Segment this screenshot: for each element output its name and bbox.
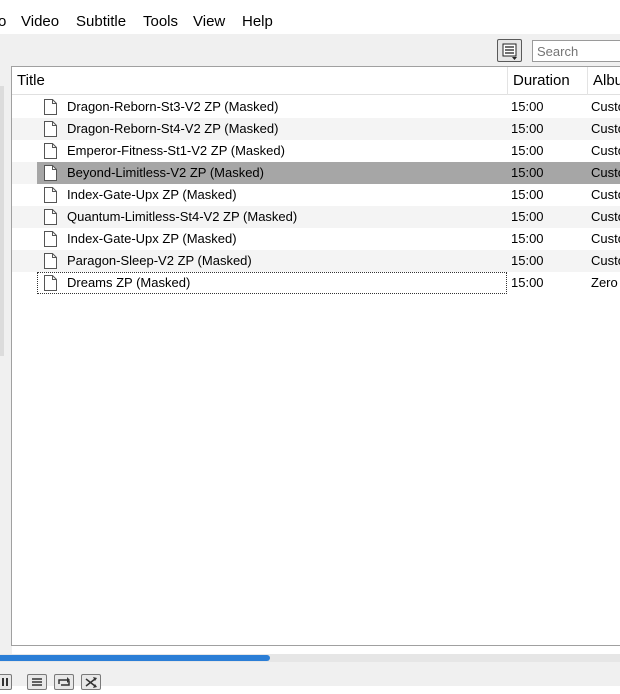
track-album: Custo [591,143,620,158]
track-title: Dragon-Reborn-St3-V2 ZP (Masked) [67,99,279,114]
track-album: Zero [591,275,618,290]
file-icon [44,275,57,291]
menu-tools[interactable]: Tools [143,13,178,31]
column-header-album[interactable]: Albu [593,67,620,95]
frame-step-button[interactable] [0,674,12,690]
seek-bar-fill [0,655,270,661]
track-duration: 15:00 [511,231,544,246]
playlist-row[interactable]: Quantum-Limitless-St4-V2 ZP (Masked) 15:0… [12,206,620,228]
file-icon [44,99,57,115]
menu-help[interactable]: Help [242,13,273,31]
track-duration: 15:00 [511,165,544,180]
playlist-row[interactable]: Index-Gate-Upx ZP (Masked) 15:00 Custo [12,184,620,206]
loop-icon [58,677,70,686]
track-album: Custo [591,231,620,246]
track-album: Custo [591,209,620,224]
playlist-rows: Dragon-Reborn-St3-V2 ZP (Masked) 15:00 Cus… [12,96,620,294]
menu-view[interactable]: View [193,13,225,31]
playlist-row[interactable]: Paragon-Sleep-V2 ZP (Masked) 15:00 Custo [12,250,620,272]
file-icon [44,209,57,225]
track-duration: 15:00 [511,187,544,202]
frame-step-icon [2,678,8,686]
track-title: Quantum-Limitless-St4-V2 ZP (Masked) [67,209,298,224]
track-duration: 15:00 [511,143,544,158]
track-title: Beyond-Limitless-V2 ZP (Masked) [67,165,264,180]
search-input[interactable] [532,40,620,62]
file-icon [44,187,57,203]
playlist-row[interactable]: Dreams ZP (Masked) 15:00 Zero [12,272,620,294]
playlist-row[interactable]: Dragon-Reborn-St4-V2 ZP (Masked) 15:00 Cus… [12,118,620,140]
playlist-row[interactable]: Dragon-Reborn-St3-V2 ZP (Masked) 15:00 Cus… [12,96,620,118]
track-title: Emperor-Fitness-St1-V2 ZP (Masked) [67,143,285,158]
shuffle-icon [85,677,97,688]
file-icon [44,121,57,137]
playlist-view-button[interactable] [497,39,522,62]
track-title: Index-Gate-Upx ZP (Masked) [67,231,237,246]
track-duration: 15:00 [511,121,544,136]
track-duration: 15:00 [511,209,544,224]
loop-button[interactable] [54,674,74,690]
playlist-toolbar [0,34,620,66]
track-duration: 15:00 [511,253,544,268]
track-title: Dragon-Reborn-St4-V2 ZP (Masked) [67,121,279,136]
playlist-header: Title Duration Albu [12,67,620,95]
track-duration: 15:00 [511,275,544,290]
file-icon [44,165,57,181]
playlist-row[interactable]: Index-Gate-Upx ZP (Masked) 15:00 Custo [12,228,620,250]
menu-subtitle[interactable]: Subtitle [76,13,126,31]
file-icon [44,231,57,247]
playlist-view[interactable]: Title Duration Albu Dragon-Reborn-St3-V2… [11,66,620,646]
track-album: Custo [591,253,620,268]
track-title: Index-Gate-Upx ZP (Masked) [67,187,237,202]
file-icon [44,143,57,159]
playback-controls [0,662,620,690]
menu-bar: o Video Subtitle Tools View Help [0,0,620,34]
shuffle-button[interactable] [81,674,101,690]
file-icon [44,253,57,269]
track-album: Custo [591,187,620,202]
column-header-duration[interactable]: Duration [513,67,570,95]
track-duration: 15:00 [511,99,544,114]
track-album: Custo [591,121,620,136]
menu-media-partial[interactable]: o [0,13,6,31]
track-title: Paragon-Sleep-V2 ZP (Masked) [67,253,252,268]
track-album: Custo [591,165,620,180]
seek-bar[interactable] [0,654,620,662]
playlist-view-icon [502,43,517,60]
track-title: Dreams ZP (Masked) [67,275,191,290]
playlist-row[interactable]: Emperor-Fitness-St1-V2 ZP (Masked) 15:00 C… [12,140,620,162]
menu-video[interactable]: Video [21,13,59,31]
column-header-title[interactable]: Title [17,67,45,95]
track-album: Custo [591,99,620,114]
playlist-icon [32,678,42,686]
playlist-row[interactable]: Beyond-Limitless-V2 ZP (Masked) 15:00 Cust… [12,162,620,184]
playlist-toggle-button[interactable] [27,674,47,690]
